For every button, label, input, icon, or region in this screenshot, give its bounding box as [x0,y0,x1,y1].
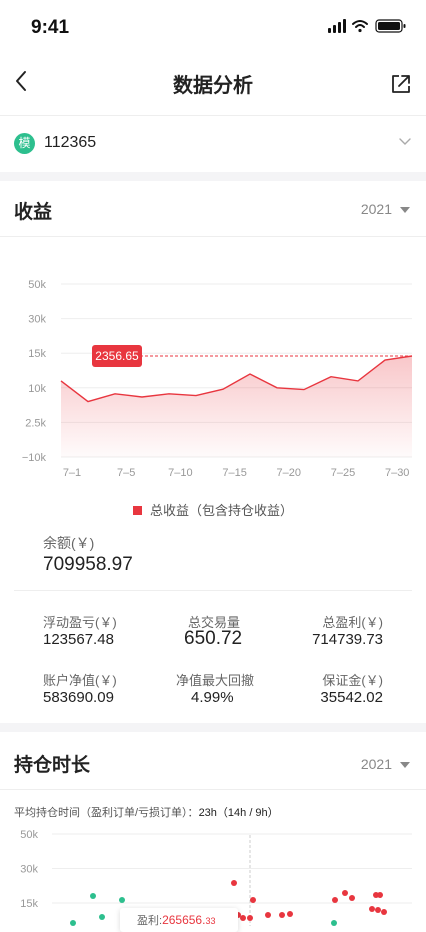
y-tick-label: 10k [28,383,46,395]
section-gap [0,723,426,732]
floating-pnl-value: 123567.48 [43,631,114,648]
scatter-point-profit [279,912,285,918]
y-tick-label: 15k [28,348,46,360]
scatter-point-profit [240,915,246,921]
scatter-point-loss [331,920,337,926]
income-year-select[interactable]: 2021 [361,201,392,217]
income-chart: 50k 30k 15k 10k 2.5k −10k 2356.65 7–1 7–5 7–10 7–1… [22,279,413,479]
margin-value: 35542.02 [320,689,383,706]
scatter-point-profit [369,906,375,912]
max-drawdown-label: 净值最大回撤 [176,673,255,688]
avg-holding-time: 平均持仓时间（盈利订单/亏损订单）：23h（14h / 9h） [14,804,279,820]
scatter-point-profit [349,895,355,901]
tooltip-decimal: 33 [205,916,216,926]
status-time: 9:41 [31,17,70,38]
total-volume-value: 650.72 [184,628,243,649]
status-icons [328,19,406,33]
y-tick-label: 15k [20,898,38,910]
tooltip-label: 盈利: [137,915,163,927]
scatter-point-profit [375,907,381,913]
scatter-point-profit [287,911,293,917]
legend-label: 总收益（包含持仓收益） [149,503,293,518]
scatter-point-loss [99,914,105,920]
income-legend: 总收益（包含持仓收益） [0,500,426,519]
income-title: 收益 [14,202,53,223]
chevron-down-icon [399,138,411,145]
total-profit-value: 714739.73 [312,631,383,648]
tooltip-value: 265656. [162,913,206,927]
floating-pnl-label: 浮动盈亏(￥) [43,615,117,630]
x-tick-label: 7–10 [168,467,192,479]
divider [14,590,412,591]
x-tick-label: 7–20 [277,467,301,479]
holding-title: 持仓时长 [14,755,91,776]
account-selector[interactable]: 模 112365 [0,116,426,172]
x-tick-label: 7–5 [117,467,135,479]
account-type-badge: 模 [14,133,35,154]
y-tick-label: 30k [28,314,46,326]
balance-value: 709958.97 [43,554,133,575]
y-tick-label: 30k [20,864,38,876]
scatter-point-profit [250,897,256,903]
income-area [61,356,412,457]
account-id: 112365 [44,134,97,151]
scatter-point-loss [70,920,76,926]
x-tick-label: 7–25 [331,467,355,479]
scatter-point-profit [265,912,271,918]
holding-header: 持仓时长 2021 [0,732,426,790]
scatter-point-loss [119,897,125,903]
chart-tooltip: 盈利:265656.33 [120,908,238,932]
total-profit-label: 总盈利(￥) [322,615,383,630]
page-title: 数据分析 [173,75,253,97]
y-tick-label: −10k [22,452,47,464]
status-bar: 9:41 [0,0,426,56]
y-tick-label: 50k [20,829,38,841]
share-icon[interactable] [390,73,412,95]
section-gap [0,172,426,181]
income-header: 收益 2021 [0,181,426,237]
margin-label: 保证金(￥) [322,673,383,688]
x-tick-label: 7–15 [222,467,246,479]
battery-icon [375,19,406,33]
signal-icon [328,19,346,33]
avg-holding-value: 23h（14h / 9h） [198,807,279,819]
holding-year-select[interactable]: 2021 [361,756,392,772]
scatter-point-profit [381,909,387,915]
caret-down-icon [400,762,410,768]
x-tick-label: 7–30 [385,467,409,479]
y-tick-label: 50k [28,279,46,291]
x-tick-label: 7–1 [63,467,81,479]
account-equity-label: 账户净值(￥) [43,673,117,688]
nav-bar: 数据分析 [0,56,426,116]
account-equity-value: 583690.09 [43,689,114,706]
legend-swatch [132,506,142,515]
wifi-icon [352,20,368,33]
scatter-point-profit [377,892,383,898]
avg-holding-label: 平均持仓时间（盈利订单/亏损订单）： [14,807,199,819]
scatter-point-profit [342,890,348,896]
max-drawdown-value: 4.99% [191,689,234,706]
caret-down-icon [400,207,410,213]
highlight-label: 2356.65 [95,349,139,363]
y-tick-label: 2.5k [25,417,46,429]
scatter-point-profit [247,915,253,921]
scatter-point-loss [90,893,96,899]
scatter-point-profit [332,897,338,903]
scatter-point-profit [231,880,237,886]
balance-label: 余额(￥) [43,535,95,551]
